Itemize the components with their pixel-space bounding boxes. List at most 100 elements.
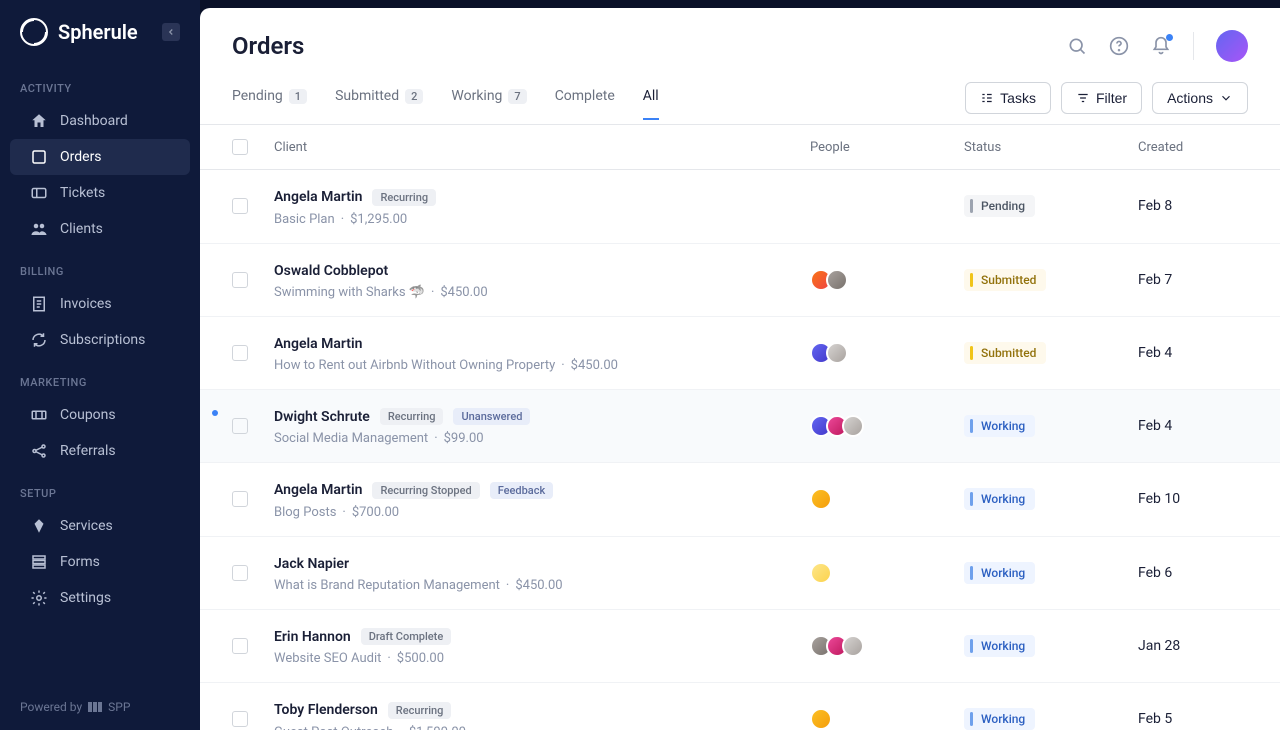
client-name: Oswald Cobblepot [274,263,388,279]
sidebar-item-clients[interactable]: Clients [10,211,190,247]
header: Orders [200,8,1280,62]
sidebar-item-orders[interactable]: Orders [10,139,190,175]
refresh-icon [30,331,48,349]
person-avatar[interactable] [826,342,848,364]
sidebar-item-invoices[interactable]: Invoices [10,286,190,322]
nav-label: Referrals [60,443,116,459]
row-checkbox[interactable] [232,565,248,581]
order-tag: Recurring [372,189,436,206]
col-created[interactable]: Created [1138,140,1248,155]
created-date: Feb 6 [1138,565,1248,581]
row-checkbox[interactable] [232,418,248,434]
order-subtitle: What is Brand Reputation Management·$450… [274,578,810,593]
select-all-checkbox[interactable] [232,139,248,155]
row-checkbox[interactable] [232,272,248,288]
sidebar: Spherule ACTIVITYDashboardOrdersTicketsC… [0,0,200,730]
sidebar-item-dashboard[interactable]: Dashboard [10,103,190,139]
tab-submitted[interactable]: Submitted 2 [335,88,423,119]
order-tag: Recurring [380,408,444,425]
tab-label: Submitted [335,88,399,104]
client-name: Jack Napier [274,556,349,572]
order-tag: Draft Complete [361,628,452,645]
sidebar-item-settings[interactable]: Settings [10,580,190,616]
person-avatar[interactable] [810,488,832,510]
people-cell [810,269,964,291]
client-name: Erin Hannon Draft Complete [274,628,451,645]
client-name: Angela Martin [274,336,362,352]
people-cell [810,415,964,437]
actions-label: Actions [1167,90,1213,106]
sidebar-item-tickets[interactable]: Tickets [10,175,190,211]
tab-complete[interactable]: Complete [555,88,615,119]
ticket-icon [30,184,48,202]
col-client[interactable]: Client [274,140,810,155]
person-avatar[interactable] [810,562,832,584]
sidebar-item-coupons[interactable]: Coupons [10,397,190,433]
nav-label: Coupons [60,407,116,423]
sidebar-item-forms[interactable]: Forms [10,544,190,580]
status-badge: Pending [964,195,1035,217]
collapse-sidebar-button[interactable] [162,23,180,41]
sidebar-item-referrals[interactable]: Referrals [10,433,190,469]
form-icon [30,553,48,571]
tasks-label: Tasks [1000,90,1036,106]
row-checkbox[interactable] [232,638,248,654]
people-cell [810,342,964,364]
table-row[interactable]: Angela Martin Recurring Basic Plan·$1,29… [200,170,1280,244]
col-status[interactable]: Status [964,140,1138,155]
filter-label: Filter [1096,90,1127,106]
status-badge: Working [964,488,1035,510]
status-badge: Working [964,562,1035,584]
nav-label: Clients [60,221,103,237]
table-row[interactable]: Erin Hannon Draft Complete Website SEO A… [200,610,1280,684]
user-avatar[interactable] [1216,30,1248,62]
person-avatar[interactable] [810,708,832,730]
table-row[interactable]: Oswald Cobblepot Swimming with Sharks 🦈·… [200,244,1280,317]
row-checkbox[interactable] [232,711,248,727]
row-checkbox[interactable] [232,198,248,214]
tab-working[interactable]: Working7 [451,88,526,119]
sidebar-item-services[interactable]: Services [10,508,190,544]
sidebar-item-subscriptions[interactable]: Subscriptions [10,322,190,358]
table-row[interactable]: Angela Martin How to Rent out Airbnb Wit… [200,317,1280,390]
col-people[interactable]: People [810,140,964,155]
search-icon[interactable] [1067,36,1087,56]
share-icon [30,442,48,460]
gear-icon [30,589,48,607]
table-row[interactable]: Angela Martin Recurring Stopped Feedback… [200,463,1280,537]
tab-label: Complete [555,88,615,104]
people-cell [810,635,964,657]
tasks-button[interactable]: Tasks [965,82,1051,114]
filter-button[interactable]: Filter [1061,82,1142,114]
table-row[interactable]: Toby Flenderson Recurring Guest Post Out… [200,683,1280,730]
person-avatar[interactable] [842,635,864,657]
nav-label: Tickets [60,185,105,201]
main: Orders Pending1 Submitted 2 Working7 Complet… [200,8,1280,730]
nav-label: Settings [60,590,111,606]
nav-label: Forms [60,554,100,570]
tab-all[interactable]: All [643,88,659,120]
brand-logo-icon [20,18,48,46]
help-icon[interactable] [1109,36,1129,56]
created-date: Feb 10 [1138,491,1248,507]
person-avatar[interactable] [826,269,848,291]
notifications-icon[interactable] [1151,36,1171,56]
toolbar: Tasks Filter Actions [965,82,1248,124]
person-avatar[interactable] [842,415,864,437]
table-row[interactable]: Jack Napier What is Brand Reputation Man… [200,537,1280,610]
created-date: Feb 8 [1138,198,1248,214]
table-row[interactable]: Dwight Schrute Recurring Unanswered Soci… [200,390,1280,464]
row-checkbox[interactable] [232,491,248,507]
footer-provider: SPP [108,700,130,714]
table-body: Angela Martin Recurring Basic Plan·$1,29… [200,170,1280,730]
section-label: BILLING [0,247,200,286]
section-label: MARKETING [0,358,200,397]
created-date: Jan 28 [1138,638,1248,654]
order-subtitle: Basic Plan·$1,295.00 [274,212,810,227]
actions-button[interactable]: Actions [1152,82,1248,114]
tab-label: Pending [232,88,283,104]
tab-pending[interactable]: Pending1 [232,88,307,119]
tab-count: 2 [405,89,423,104]
row-checkbox[interactable] [232,345,248,361]
section-label: ACTIVITY [0,64,200,103]
